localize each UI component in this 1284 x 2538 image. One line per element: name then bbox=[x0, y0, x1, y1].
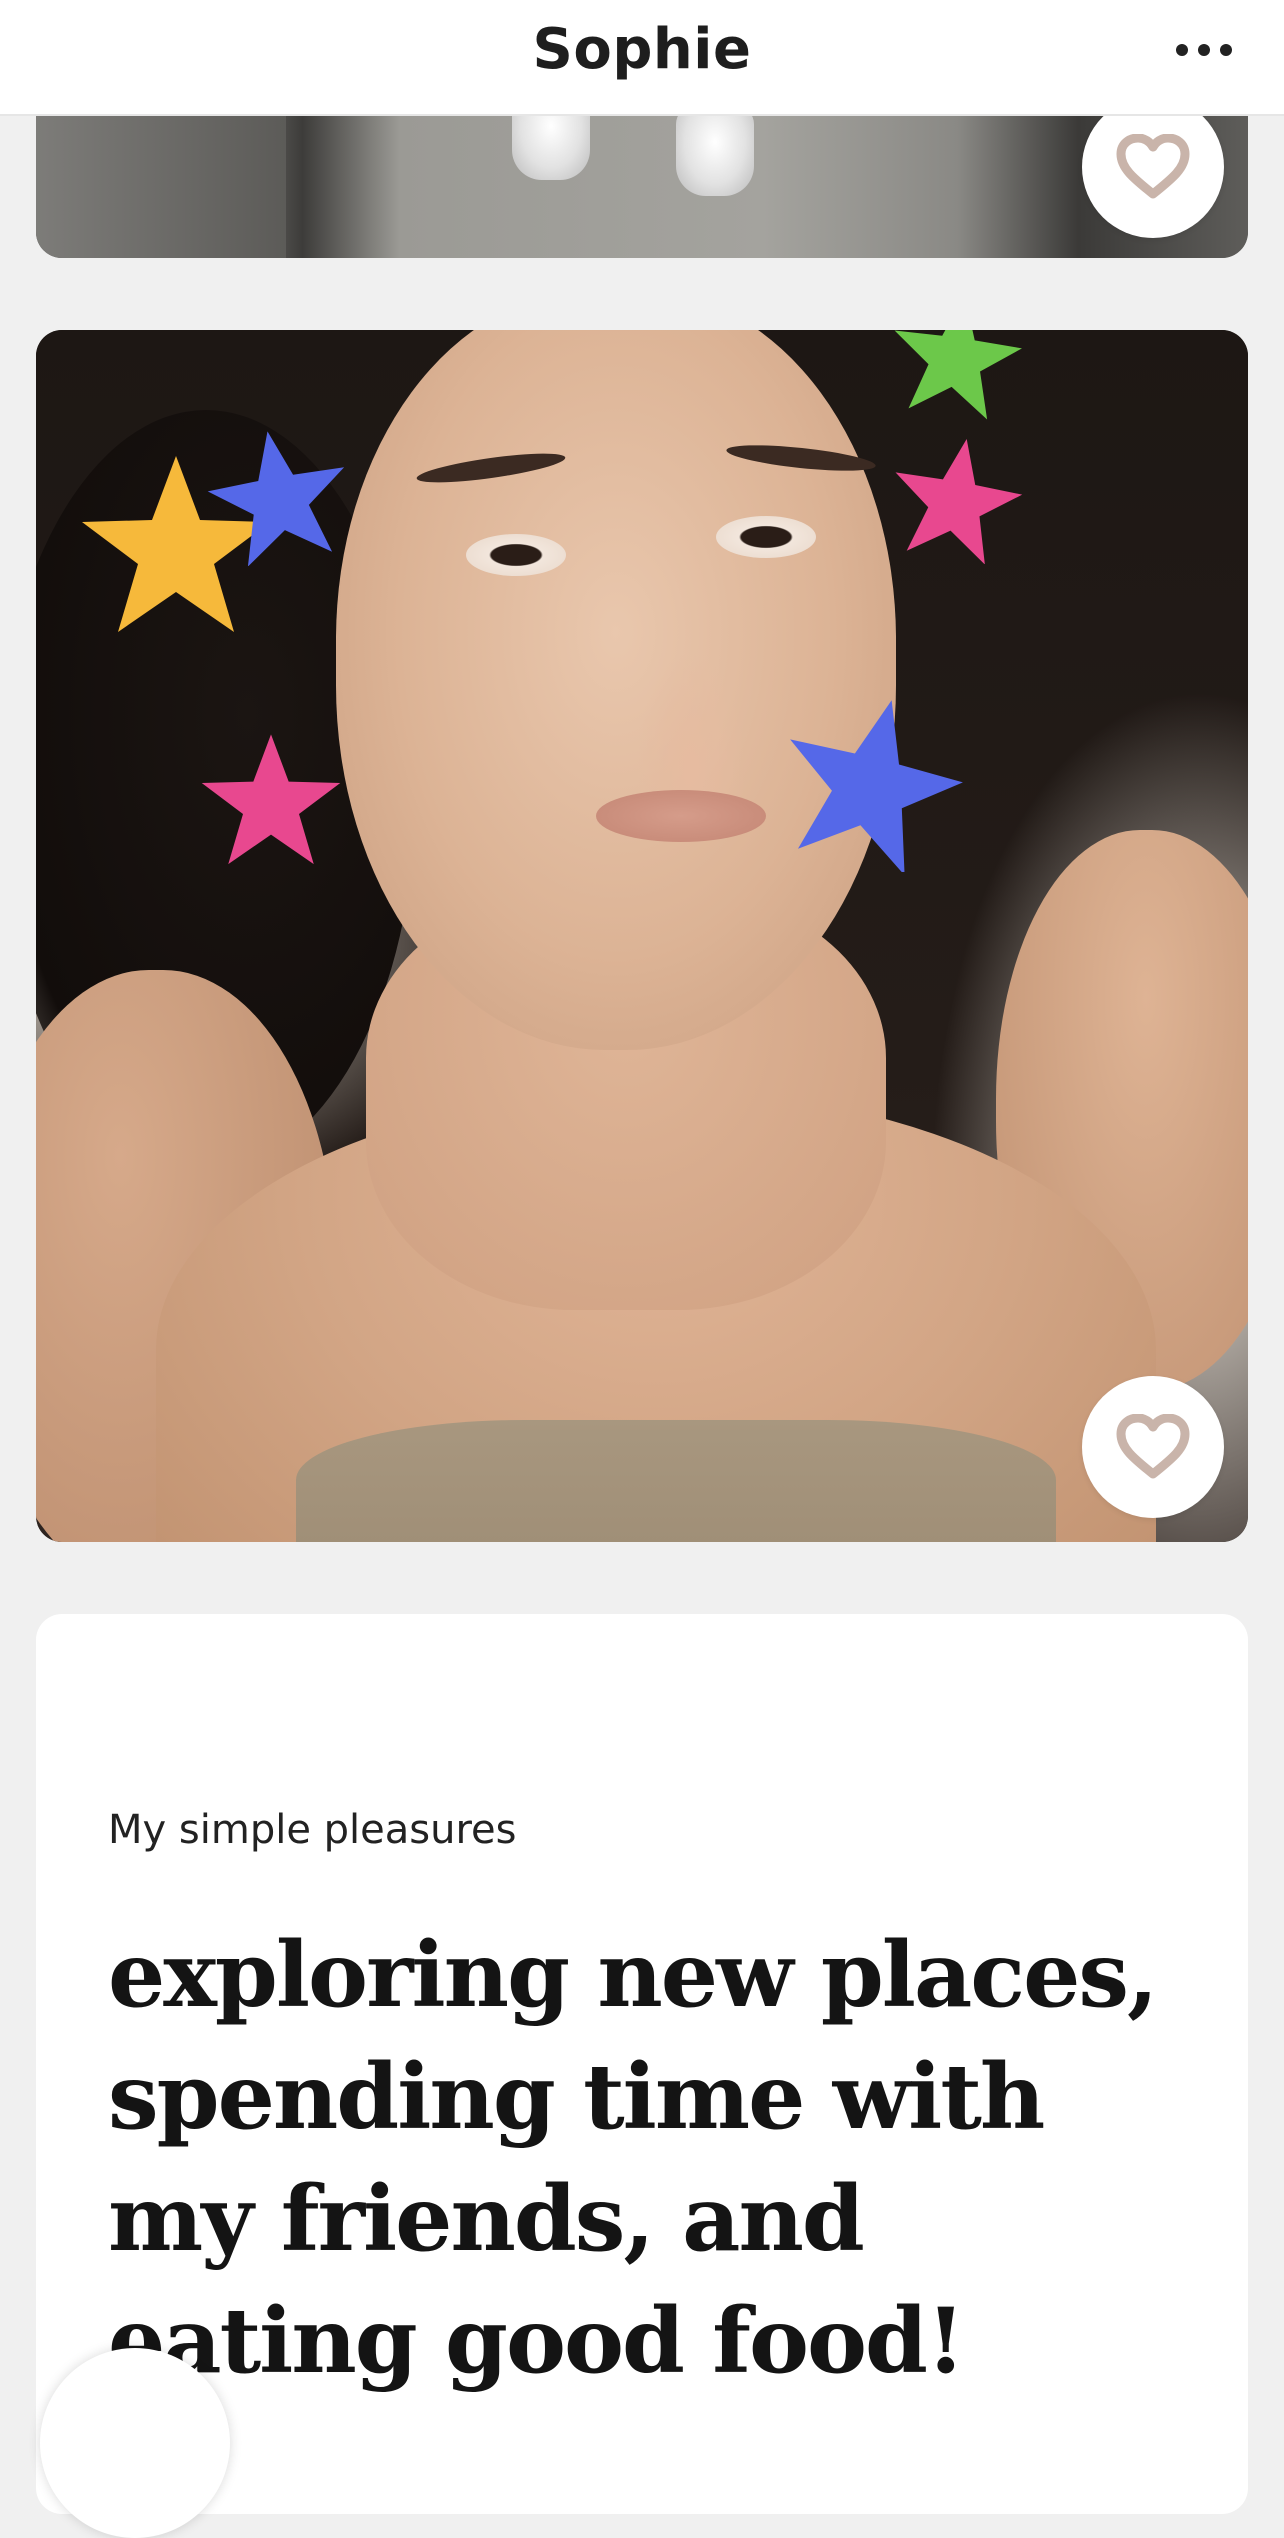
like-photo-1-button[interactable] bbox=[1082, 96, 1224, 238]
like-photo-2-button[interactable] bbox=[1082, 1376, 1224, 1518]
photo-content bbox=[296, 1420, 1056, 1542]
pink-star-sticker bbox=[895, 439, 1023, 564]
top-bar: Sophie bbox=[0, 0, 1284, 116]
green-star-sticker bbox=[894, 330, 1022, 420]
photo-content bbox=[466, 534, 566, 576]
profile-photo-2 bbox=[36, 330, 1248, 1542]
pink-star-sticker bbox=[201, 734, 341, 865]
heart-outline-icon bbox=[1116, 134, 1190, 199]
prompt-question: My simple pleasures bbox=[108, 1807, 517, 1853]
profile-name-title: Sophie bbox=[532, 17, 752, 82]
photo-content bbox=[596, 790, 766, 842]
prompt-answer: exploring new places, spending time with… bbox=[108, 1922, 1158, 2394]
photo-content bbox=[676, 106, 754, 196]
prompt-card: My simple pleasures exploring new places… bbox=[36, 1614, 1248, 2514]
more-options-button[interactable] bbox=[1160, 20, 1248, 80]
more-dot bbox=[1220, 44, 1232, 56]
floating-action-button[interactable] bbox=[40, 2348, 230, 2538]
more-dot bbox=[1198, 44, 1210, 56]
photo-content bbox=[336, 330, 896, 1050]
blue-star-sticker bbox=[790, 700, 963, 872]
more-horizontal-icon bbox=[1176, 44, 1188, 56]
blue-star-sticker bbox=[207, 431, 345, 566]
heart-outline-icon bbox=[1116, 1414, 1190, 1479]
photo-content bbox=[716, 516, 816, 558]
